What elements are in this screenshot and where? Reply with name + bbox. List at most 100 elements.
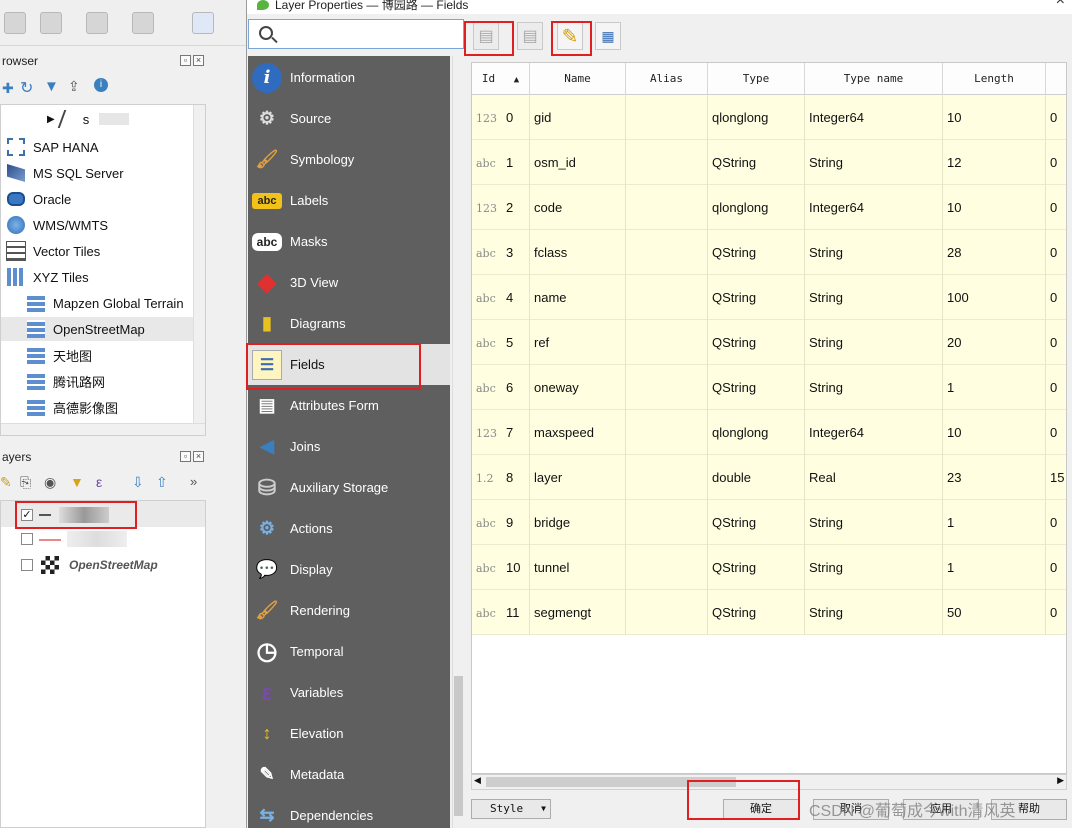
cell-alias[interactable] (626, 230, 708, 275)
nav-rendering[interactable]: 🖌 Rendering (248, 590, 450, 631)
cell-precision[interactable]: 15 (1046, 455, 1066, 500)
tree-item-gaode[interactable]: 高德影像图 (27, 395, 118, 419)
tree-item-sap-hana[interactable]: SAP HANA (7, 135, 99, 159)
add-layer-icon[interactable] (40, 12, 62, 34)
close-icon[interactable]: × (1056, 0, 1065, 9)
cell-id[interactable]: 1.2 8 (472, 455, 530, 500)
cell-type-name[interactable]: String (805, 140, 943, 185)
nav-metadata[interactable]: ✎ Metadata (248, 754, 450, 795)
cell-type-name[interactable]: String (805, 545, 943, 590)
cell-type-name[interactable]: String (805, 230, 943, 275)
new-field-button[interactable]: ▤ (473, 22, 499, 50)
table-row[interactable]: abc 4 name QString String 100 0 (472, 275, 1066, 320)
cell-name[interactable]: name (530, 275, 626, 320)
visibility-icon[interactable]: ◉ (44, 474, 56, 491)
table-row[interactable]: abc 10 tunnel QString String 1 0 (472, 545, 1066, 590)
cell-name[interactable]: code (530, 185, 626, 230)
hscroll-thumb[interactable] (486, 777, 736, 787)
column-header-name[interactable]: Name (530, 63, 626, 95)
info-icon[interactable]: i (94, 78, 108, 92)
cell-id[interactable]: 123 2 (472, 185, 530, 230)
open-project-icon[interactable] (4, 12, 26, 34)
cell-type-name[interactable]: Integer64 (805, 410, 943, 455)
search-input[interactable] (248, 19, 464, 49)
tree-item-openstreetmap[interactable]: OpenStreetMap (1, 317, 205, 341)
cell-precision[interactable]: 0 (1046, 140, 1066, 185)
table-row[interactable]: abc 5 ref QString String 20 0 (472, 320, 1066, 365)
cell-name[interactable]: bridge (530, 500, 626, 545)
cell-length[interactable]: 100 (943, 275, 1046, 320)
table-row[interactable]: 123 2 code qlonglong Integer64 10 0 (472, 185, 1066, 230)
cell-name[interactable]: segmengt (530, 590, 626, 635)
nav-temporal[interactable]: ◷ Temporal (248, 631, 450, 672)
collapse-all-icon[interactable]: ⇧ (156, 474, 168, 491)
tree-item-vector-tiles[interactable]: Vector Tiles (6, 239, 100, 263)
nav-symbology[interactable]: 🖌 Symbology (248, 139, 450, 180)
tree-item-oracle[interactable]: Oracle (7, 187, 71, 211)
layer-checkbox[interactable] (21, 559, 33, 571)
tree-item-tencent[interactable]: 腾讯路网 (27, 369, 105, 393)
cell-length[interactable]: 1 (943, 365, 1046, 410)
tree-item-tianditu[interactable]: 天地图 (27, 343, 92, 367)
nav-dependencies[interactable]: ⇆ Dependencies (248, 795, 450, 828)
cell-type-name[interactable]: Real (805, 455, 943, 500)
cell-type[interactable]: QString (708, 320, 805, 365)
add-selected-icon[interactable]: ✚ (2, 80, 14, 97)
table-hscroll[interactable]: ◀ ▶ (471, 774, 1067, 790)
table-row[interactable]: 123 7 maxspeed qlonglong Integer64 10 0 (472, 410, 1066, 455)
cell-alias[interactable] (626, 590, 708, 635)
cell-id[interactable]: abc 4 (472, 275, 530, 320)
cell-alias[interactable] (626, 275, 708, 320)
table-row[interactable]: abc 9 bridge QString String 1 0 (472, 500, 1066, 545)
column-header-type-name[interactable]: Type name (805, 63, 943, 95)
cell-type[interactable]: qlonglong (708, 185, 805, 230)
column-header-type[interactable]: Type (708, 63, 805, 95)
nav-masks[interactable]: abc Masks (248, 221, 450, 262)
nav-scroll-thumb[interactable] (454, 676, 463, 816)
expand-arrow-icon[interactable]: ▶ (47, 114, 55, 125)
cell-alias[interactable] (626, 500, 708, 545)
cell-precision[interactable]: 0 (1046, 275, 1066, 320)
cell-type[interactable]: qlonglong (708, 95, 805, 140)
nav-joins[interactable]: ◀ Joins (248, 426, 450, 467)
tree-item-connection[interactable]: ▶ s (47, 107, 130, 131)
cell-length[interactable]: 10 (943, 185, 1046, 230)
cell-length[interactable]: 1 (943, 545, 1046, 590)
nav-information[interactable]: i Information (248, 57, 450, 98)
expand-all-icon[interactable]: ⇩ (132, 474, 144, 491)
refresh-icon[interactable]: ↻ (20, 78, 33, 98)
layer-checkbox[interactable] (21, 533, 33, 545)
cell-id[interactable]: abc 10 (472, 545, 530, 590)
cell-type-name[interactable]: String (805, 365, 943, 410)
cell-alias[interactable] (626, 410, 708, 455)
tree-item-mssql[interactable]: MS SQL Server (7, 161, 124, 185)
scroll-left-icon[interactable]: ◀ (474, 775, 481, 786)
table-row[interactable]: abc 3 fclass QString String 28 0 (472, 230, 1066, 275)
table-row[interactable]: 123 0 gid qlonglong Integer64 10 0 (472, 95, 1066, 140)
tree-item-xyz-tiles[interactable]: XYZ Tiles (7, 265, 89, 289)
nav-variables[interactable]: ε Variables (248, 672, 450, 713)
cell-id[interactable]: abc 11 (472, 590, 530, 635)
new-layer-icon[interactable] (86, 12, 108, 34)
cell-precision[interactable]: 0 (1046, 365, 1066, 410)
cell-id[interactable]: abc 3 (472, 230, 530, 275)
cell-name[interactable]: layer (530, 455, 626, 500)
cell-type-name[interactable]: String (805, 320, 943, 365)
table-row[interactable]: abc 6 oneway QString String 1 0 (472, 365, 1066, 410)
collapse-all-icon[interactable]: ⇪ (68, 78, 80, 95)
nav-source[interactable]: ⚙ Source (248, 98, 450, 139)
cell-precision[interactable]: 0 (1046, 230, 1066, 275)
column-header-alias[interactable]: Alias (626, 63, 708, 95)
nav-scrollbar[interactable] (452, 56, 464, 828)
nav-diagrams[interactable]: ▮ Diagrams (248, 303, 450, 344)
fields-table[interactable]: Id ▲ Name Alias Type Type name Length 12… (471, 62, 1067, 774)
nav-display[interactable]: 💬 Display (248, 549, 450, 590)
browser-hscroll[interactable] (1, 423, 205, 435)
scroll-right-icon[interactable]: ▶ (1057, 775, 1064, 786)
delete-field-button[interactable]: ▤ (517, 22, 543, 50)
cell-type[interactable]: QString (708, 365, 805, 410)
cell-precision[interactable]: 0 (1046, 410, 1066, 455)
cell-precision[interactable]: 0 (1046, 500, 1066, 545)
close-panel-icon[interactable]: × (193, 55, 204, 66)
browser-vscroll[interactable] (193, 105, 205, 423)
